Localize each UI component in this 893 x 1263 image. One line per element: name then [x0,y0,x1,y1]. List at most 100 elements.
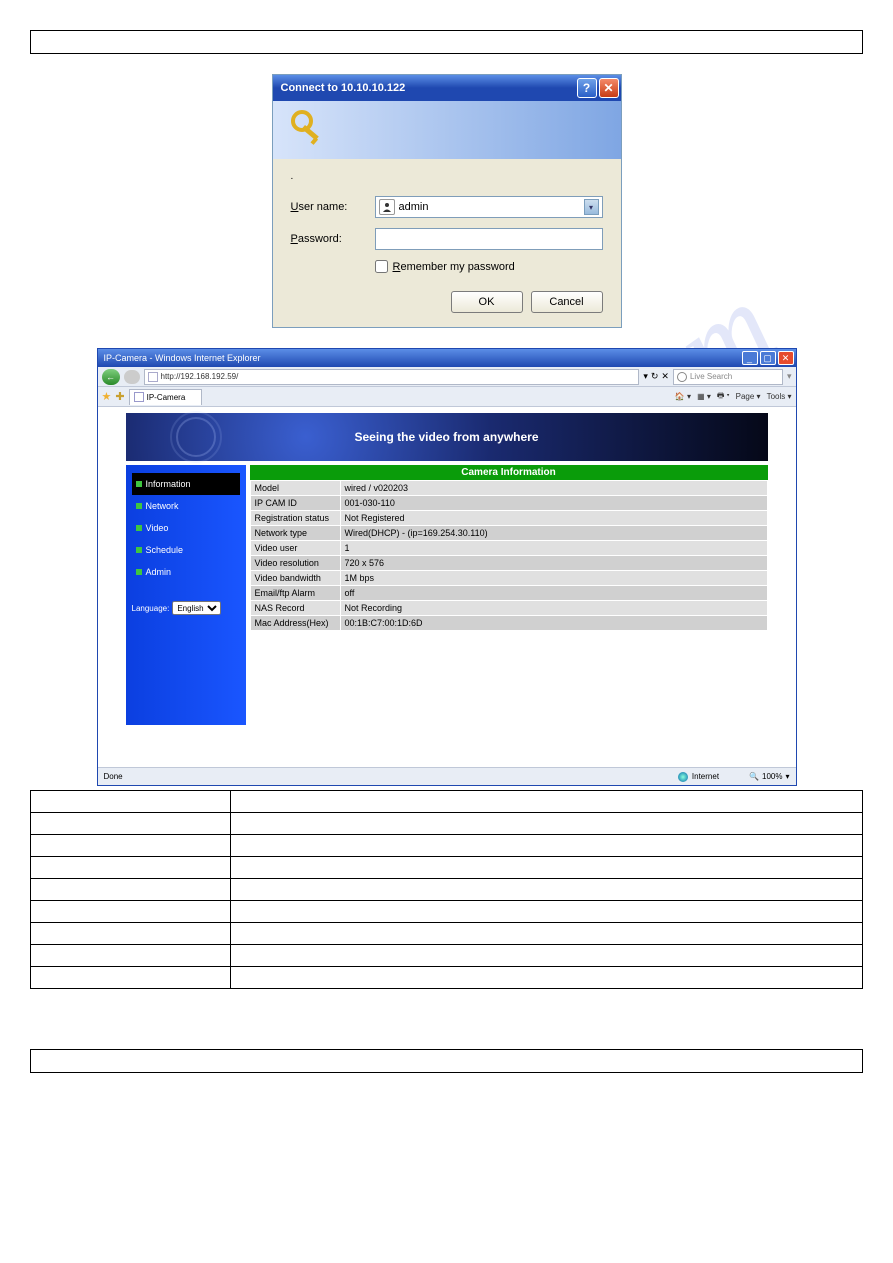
cell [231,879,863,901]
info-key: Model [250,481,340,496]
page-icon [148,372,158,382]
sidebar-item-video[interactable]: Video [132,517,240,539]
description-table [30,790,863,989]
username-combo[interactable]: admin ▾ [375,196,603,218]
table-row: Video resolution720 x 576 [250,556,767,571]
table-row: IP CAM ID001-030-110 [250,496,767,511]
sidebar-item-label: Network [146,501,179,511]
cell [231,945,863,967]
cell [231,857,863,879]
print-icon[interactable]: 🖶 ▾ [717,390,730,404]
address-bar[interactable]: http://192.168.192.59/ [144,369,640,385]
zoom-icon: 🔍 [749,772,759,781]
info-value: 720 x 576 [340,556,767,571]
password-label: Password: [291,233,375,245]
info-key: Email/ftp Alarm [250,586,340,601]
login-dialog: Connect to 10.10.10.122 ? ✕ . User name: [272,74,622,328]
sidebar-item-information[interactable]: Information [132,473,240,495]
search-bar[interactable]: Live Search [673,369,783,385]
dropdown-icon[interactable]: ▾ [584,199,599,215]
go-dropdown-icon[interactable]: ▾ [643,371,648,382]
cell [231,967,863,989]
info-value: 001-030-110 [340,496,767,511]
language-label: Language: [132,604,170,613]
info-panel: Camera Information Modelwired / v020203I… [250,465,768,725]
username-label: User name: [291,201,375,213]
sidebar-item-schedule[interactable]: Schedule [132,539,240,561]
sidebar-item-network[interactable]: Network [132,495,240,517]
browser-title: IP-Camera - Windows Internet Explorer [104,353,742,363]
address-toolbar: ← http://192.168.192.59/ ▾ ↻ ✕ Live Sear… [98,367,796,387]
ok-button[interactable]: OK [451,291,523,313]
cancel-button[interactable]: Cancel [531,291,603,313]
table-row [31,879,863,901]
info-value: Wired(DHCP) - (ip=169.254.30.110) [340,526,767,541]
close-button[interactable]: ✕ [599,78,619,98]
footer-box [30,1049,863,1073]
sidebar-item-admin[interactable]: Admin [132,561,240,583]
stop-button[interactable]: ✕ [661,371,669,382]
login-titlebar[interactable]: Connect to 10.10.10.122 ? ✕ [273,75,621,101]
zoom-dropdown-icon: ▾ [785,772,789,781]
info-key: Network type [250,526,340,541]
browser-titlebar[interactable]: IP-Camera - Windows Internet Explorer _ … [98,349,796,367]
cell [31,835,231,857]
zoom-control[interactable]: 🔍 100% ▾ [749,772,789,781]
tab-icon [134,392,144,402]
table-row: Video user1 [250,541,767,556]
forward-button[interactable] [124,370,140,384]
table-row: Modelwired / v020203 [250,481,767,496]
remember-checkbox[interactable] [375,260,388,273]
cell [31,791,231,813]
sidebar-item-label: Schedule [146,545,184,555]
cell [231,923,863,945]
login-realm: . [291,171,603,182]
sidebar: Information Network Video Schedule Admin… [126,465,246,725]
password-input[interactable] [375,228,603,250]
tab-label: IP-Camera [147,393,186,402]
minimize-button[interactable]: _ [742,351,758,365]
refresh-button[interactable]: ↻ [651,371,659,382]
remember-label: Remember my password [393,261,515,273]
search-placeholder: Live Search [690,372,732,381]
browser-tab[interactable]: IP-Camera [129,389,203,405]
login-title: Connect to 10.10.10.122 [281,82,575,94]
add-favorite-icon[interactable]: ✚ [115,390,124,403]
tools-menu[interactable]: Tools ▾ [767,392,792,401]
language-select[interactable]: English [172,601,221,615]
bullet-icon [136,525,142,531]
sidebar-item-label: Admin [146,567,172,577]
cell [31,945,231,967]
hero-banner: Seeing the video from anywhere [126,413,768,461]
favorites-icon[interactable]: ★ [102,390,112,403]
browser-viewport: Seeing the video from anywhere Informati… [98,407,796,767]
search-dropdown-icon[interactable]: ▾ [787,371,792,382]
cell [231,835,863,857]
table-row [31,923,863,945]
home-icon[interactable]: 🏠 ▾ [675,392,691,401]
status-text: Done [104,772,678,781]
sidebar-item-label: Information [146,479,191,489]
cell [31,901,231,923]
camera-info-table: Modelwired / v020203IP CAM ID001-030-110… [250,480,768,631]
table-row: Mac Address(Hex)00:1B:C7:00:1D:6D [250,616,767,631]
info-key: NAS Record [250,601,340,616]
table-row: Network typeWired(DHCP) - (ip=169.254.30… [250,526,767,541]
info-value: 1M bps [340,571,767,586]
feed-icon[interactable]: ▦ ▾ [697,392,711,401]
info-header: Camera Information [250,465,768,480]
user-icon [379,199,395,215]
page-menu[interactable]: Page ▾ [736,392,761,401]
login-banner [273,101,621,159]
info-key: Mac Address(Hex) [250,616,340,631]
table-row [31,791,863,813]
header-box [30,30,863,54]
table-row: NAS RecordNot Recording [250,601,767,616]
window-close-button[interactable]: ✕ [778,351,794,365]
table-row: Email/ftp Alarmoff [250,586,767,601]
help-button[interactable]: ? [577,78,597,98]
back-button[interactable]: ← [102,369,120,385]
maximize-button[interactable]: ▢ [760,351,776,365]
username-value: admin [399,201,584,213]
cell [231,813,863,835]
